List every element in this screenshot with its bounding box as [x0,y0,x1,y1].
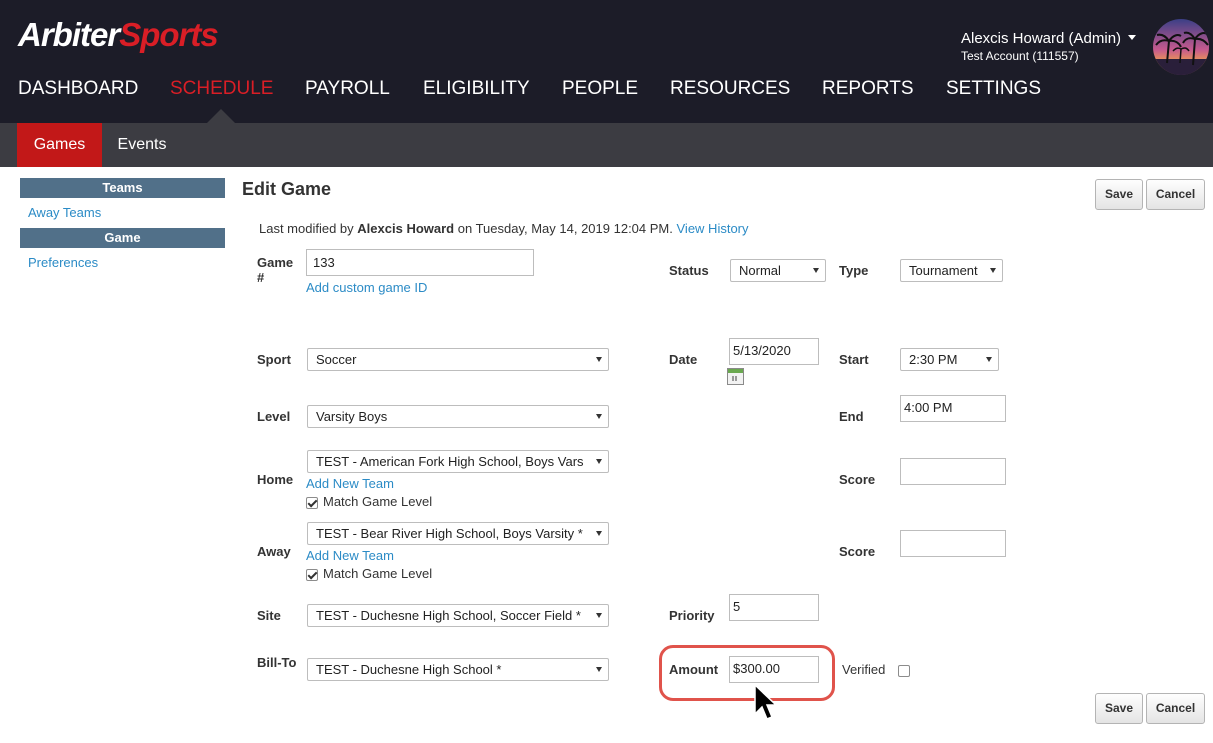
nav-eligibility[interactable]: ELIGIBILITY [423,78,530,100]
cancel-button-bottom[interactable]: Cancel [1146,693,1205,724]
user-name: Alexcis Howard (Admin) [961,30,1122,47]
type-select[interactable]: Tournament [900,259,1003,282]
site-label: Site [257,608,281,623]
nav-schedule[interactable]: SCHEDULE [170,78,273,100]
type-label: Type [839,263,869,278]
site-select[interactable]: TEST - Duchesne High School, Soccer Fiel… [307,604,609,627]
nav-reports[interactable]: REPORTS [822,78,914,100]
sport-select[interactable]: Soccer [307,348,609,371]
caret-down-icon [813,268,819,273]
add-custom-game-id-link[interactable]: Add custom game ID [306,280,427,295]
tab-games[interactable]: Games [17,123,102,167]
cancel-button-top[interactable]: Cancel [1146,179,1205,210]
bill-to-label: Bill-To [257,655,297,670]
verified-checkbox[interactable] [898,665,910,677]
nav-payroll[interactable]: PAYROLL [305,78,390,100]
caret-down-icon [1128,35,1137,40]
level-select[interactable]: Varsity Boys [307,405,609,428]
nav-settings[interactable]: SETTINGS [946,78,1041,100]
nav-resources[interactable]: RESOURCES [670,78,790,100]
status-select[interactable]: Normal [730,259,826,282]
modified-user: Alexcis Howard [357,221,455,236]
home-score-label: Score [839,472,876,487]
sub-nav: Games Events [0,123,1213,167]
priority-input[interactable]: 5 [729,594,819,621]
away-label: Away [257,544,291,559]
arbitersports-logo[interactable]: ArbiterSports [18,16,219,54]
caret-down-icon [990,268,996,273]
match-game-level-home-label: Match Game Level [323,494,433,509]
caret-down-icon [596,531,602,536]
tab-events[interactable]: Events [102,123,182,167]
page-title: Edit Game [242,179,332,199]
away-score-label: Score [839,544,876,559]
verified-label: Verified [842,662,886,677]
home-label: Home [257,472,294,487]
start-label: Start [839,352,869,367]
match-game-level-home-checkbox[interactable] [306,497,318,509]
last-modified-text: Last modified by Alexcis Howard on Tuesd… [259,221,749,236]
sidebar-item-preferences[interactable]: Preferences [28,255,98,270]
status-label: Status [669,263,709,278]
save-button-top[interactable]: Save [1095,179,1143,210]
home-team-select[interactable]: TEST - American Fork High School, Boys V… [307,450,609,473]
caret-down-icon [596,414,602,419]
home-score-input[interactable] [900,458,1006,485]
away-team-select[interactable]: TEST - Bear River High School, Boys Vars… [307,522,609,545]
top-bar: ArbiterSports Alexcis Howard (Admin) Tes… [0,0,1213,123]
bill-to-select[interactable]: TEST - Duchesne High School * [307,658,609,681]
user-menu[interactable]: Alexcis Howard (Admin) Test Account (111… [961,30,1137,63]
caret-down-icon [986,357,992,362]
caret-down-icon [596,613,602,618]
sidebar-header-game: Game [20,228,225,248]
date-input[interactable]: 5/13/2020 [729,338,819,365]
mouse-cursor-icon [754,684,778,720]
priority-label: Priority [669,608,715,623]
game-number-label: Game # [257,255,294,285]
add-new-team-away-link[interactable]: Add New Team [306,548,394,563]
match-game-level-away-label: Match Game Level [323,566,433,581]
user-account: Test Account (111557) [961,49,1079,63]
save-button-bottom[interactable]: Save [1095,693,1143,724]
amount-highlight-annotation [659,645,835,701]
caret-down-icon [596,459,602,464]
away-score-input[interactable] [900,530,1006,557]
date-label: Date [669,352,698,367]
calendar-icon[interactable] [727,368,744,385]
match-game-level-away-checkbox[interactable] [306,569,318,581]
sport-label: Sport [257,352,291,367]
add-new-team-home-link[interactable]: Add New Team [306,476,394,491]
view-history-link[interactable]: View History [677,221,749,236]
caret-down-icon [596,667,602,672]
sidebar-item-away-teams[interactable]: Away Teams [28,205,101,220]
nav-dashboard[interactable]: DASHBOARD [18,78,138,100]
avatar[interactable] [1153,19,1209,75]
end-label: End [839,409,864,424]
nav-people[interactable]: PEOPLE [562,78,638,100]
nav-active-pointer [207,109,235,123]
caret-down-icon [596,357,602,362]
start-time-select[interactable]: 2:30 PM [900,348,999,371]
game-number-input[interactable]: 133 [306,249,534,276]
sidebar-header-teams: Teams [20,178,225,198]
level-label: Level [257,409,291,424]
end-time-input[interactable]: 4:00 PM [900,395,1006,422]
